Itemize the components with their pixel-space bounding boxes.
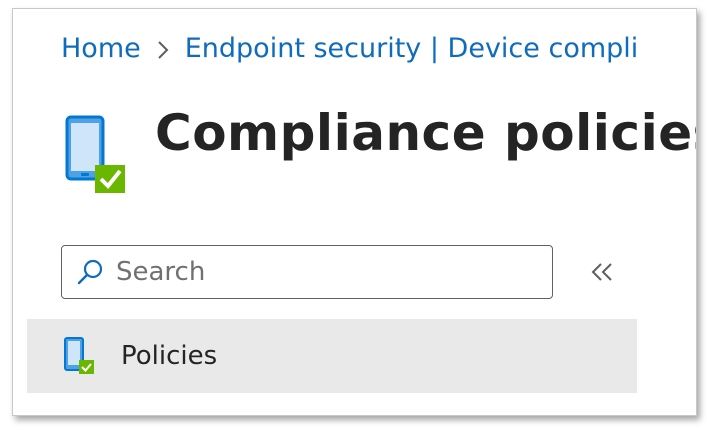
chevron-right-icon [155,34,171,64]
breadcrumb: Home Endpoint security | Device compli [61,33,638,64]
breadcrumb-endpoint-security-link[interactable]: Endpoint security | Device compli [185,33,639,64]
nav-item-label: Policies [121,341,218,371]
search-input[interactable] [114,256,538,288]
breadcrumb-home-link[interactable]: Home [61,33,141,64]
page-header: Compliance policies [65,101,697,195]
page-title: Compliance policies [155,104,697,162]
app-window: Home Endpoint security | Device compli C… [12,8,697,416]
search-icon [76,258,104,286]
collapse-menu-button[interactable] [587,257,617,287]
search-box[interactable] [61,245,553,299]
compliance-device-icon [65,115,135,195]
compliance-device-icon [63,336,99,376]
double-chevron-left-icon [587,263,617,291]
nav-item-policies[interactable]: Policies [27,319,637,393]
